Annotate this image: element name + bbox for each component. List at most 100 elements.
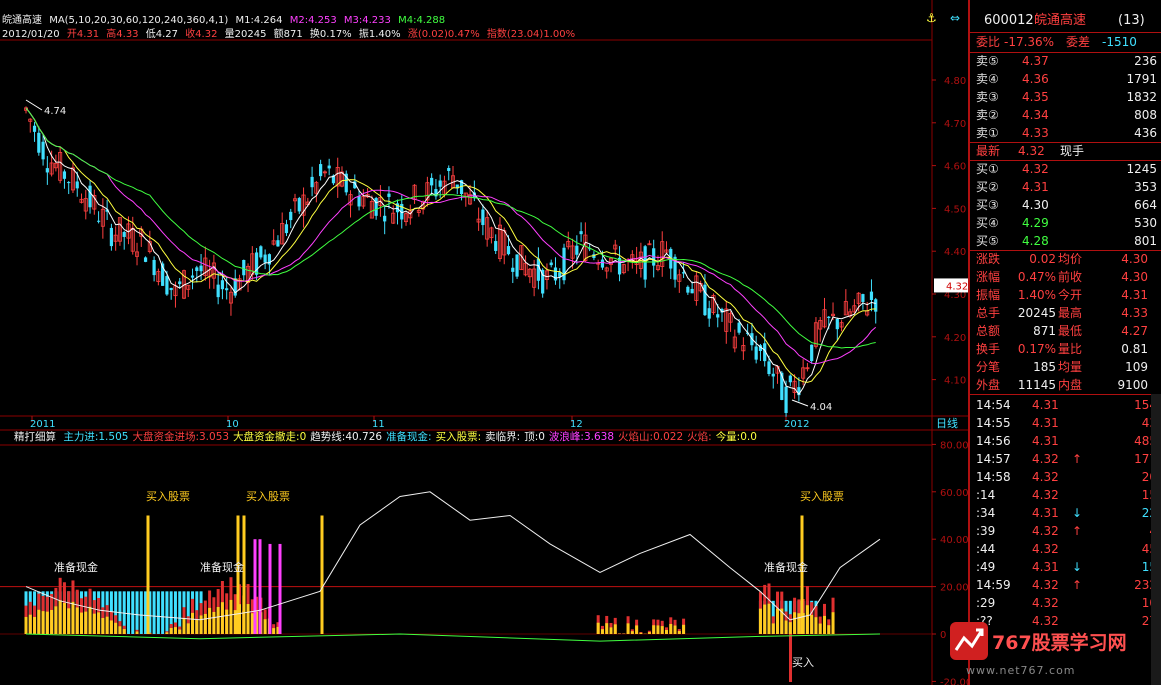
tick-row: 14:56 4.31 485 — [976, 432, 1157, 450]
candle-body — [37, 132, 41, 153]
tick-price: 4.31 — [1032, 416, 1059, 430]
cash-bar — [139, 591, 143, 634]
tick-arrow: ↑ — [1072, 578, 1083, 592]
bid-label: 买③ — [976, 198, 999, 212]
fund-bar-yellow — [191, 612, 195, 634]
signal-spike — [258, 539, 262, 634]
candle-body — [447, 167, 451, 171]
candle-body — [190, 275, 195, 278]
fund-bar-yellow — [178, 629, 182, 634]
signal-spike — [268, 543, 272, 634]
kline-chart[interactable]: ⚓ ⇔4.804.704.604.504.404.304.204.104.3220… — [0, 0, 968, 685]
candle-body — [771, 373, 775, 377]
bar-date: 2012/01/20 — [2, 29, 60, 40]
ma-line — [25, 107, 876, 349]
stat-value: 0.47% — [1017, 270, 1056, 284]
candle-body — [515, 254, 519, 277]
ticks-scrollbar[interactable] — [1151, 394, 1161, 685]
time-axis-label: 12 — [570, 419, 583, 430]
fund-bar-yellow — [626, 623, 630, 634]
fund-bar-yellow — [818, 623, 822, 634]
bid-row[interactable]: 买③ 4.30 664 — [976, 196, 1159, 214]
candle-body — [319, 164, 323, 177]
stat-label: 换手 — [976, 342, 1001, 356]
bid-row[interactable]: 买④ 4.29 530 — [976, 214, 1159, 232]
fund-bar-yellow — [58, 600, 62, 634]
candle-body — [284, 224, 289, 234]
fund-bar-yellow — [250, 613, 254, 634]
ask-row[interactable]: 卖④ 4.36 1791 — [976, 70, 1159, 88]
fund-bar-yellow — [173, 627, 177, 634]
candle-body — [438, 180, 442, 187]
bid-price: 4.31 — [1022, 180, 1049, 194]
candle-body — [169, 287, 173, 291]
tick-time: 14:58 — [976, 470, 1011, 484]
fund-bar-yellow — [660, 626, 664, 634]
candle-body — [297, 198, 301, 212]
bid-label: 买① — [976, 162, 999, 176]
candle-body — [199, 265, 203, 272]
fund-bar-yellow — [225, 609, 229, 634]
candle-body — [707, 308, 711, 319]
signal-label: 准备现金 — [764, 560, 808, 574]
tick-time: :14 — [976, 488, 996, 502]
fund-bar-yellow — [630, 631, 634, 634]
ma-m2: M2:4.253 — [289, 15, 337, 26]
ask-row[interactable]: 卖① 4.33 436 — [976, 124, 1159, 142]
ask-row[interactable]: 卖③ 4.35 1832 — [976, 88, 1159, 106]
tick-row: :14 4.32 15 — [976, 486, 1157, 504]
stat-value: 9100 — [1117, 378, 1148, 392]
signal-spike — [278, 543, 282, 634]
stat-label: 最高 — [1058, 306, 1083, 320]
fund-bar-yellow — [203, 613, 207, 634]
candle-body — [263, 254, 267, 263]
price-axis-label: 4.80 — [944, 76, 966, 87]
stat-value: 109 — [1125, 360, 1148, 374]
bid-qty: 801 — [1134, 234, 1157, 248]
bid-qty: 1245 — [1126, 162, 1157, 176]
bid-row[interactable]: 买⑤ 4.28 801 — [976, 232, 1159, 250]
fund-bar-yellow — [793, 612, 797, 634]
candle-body — [75, 181, 79, 189]
candle-body — [827, 316, 831, 319]
bar-amplitude: 振1.40% — [358, 29, 401, 40]
signal-spike — [236, 515, 240, 634]
indicator-item: 顶:0 — [524, 431, 545, 443]
fund-bar-yellow — [669, 623, 673, 634]
indicator-header: 精打细算 主力进:1.505 大盘资金进场:3.053 大盘资金撤走:0 趋势线:40… — [14, 431, 761, 444]
stat-label: 总额 — [976, 324, 1001, 338]
tick-row: :34 4.31 ↓ 22 — [976, 504, 1157, 522]
bid-qty: 664 — [1134, 198, 1157, 212]
ask-label: 卖④ — [976, 72, 999, 86]
fund-bar-yellow — [805, 605, 809, 634]
candle-body — [62, 171, 67, 179]
candle-body — [387, 193, 391, 197]
bid-row[interactable]: 买② 4.31 353 — [976, 178, 1159, 196]
candle-body — [88, 185, 92, 208]
candle-body — [41, 141, 45, 160]
indicator-item: 卖临界: — [485, 431, 521, 443]
cash-bar — [131, 591, 135, 634]
ask-qty: 808 — [1134, 108, 1157, 122]
ask-row[interactable]: 卖② 4.34 808 — [976, 106, 1159, 124]
indicator-axis-label: 40.00 — [940, 535, 968, 546]
stat-value: 185 — [1033, 360, 1056, 374]
tick-arrow: ↑ — [1072, 452, 1083, 466]
ma-line — [25, 107, 876, 383]
stat-label: 前收 — [1058, 270, 1083, 284]
stat-label: 分笔 — [976, 360, 1001, 374]
indicator-item: 买入股票: — [435, 431, 482, 443]
bid-row[interactable]: 买① 4.32 1245 — [976, 160, 1159, 178]
candle-body — [481, 209, 485, 226]
signal-spike — [253, 539, 257, 634]
candle-body — [861, 294, 865, 302]
indicator-title[interactable]: 精打细算 — [14, 431, 56, 443]
stat-label: 内盘 — [1058, 378, 1083, 392]
tick-arrow: ↑ — [1072, 524, 1083, 538]
tick-price: 4.32 — [1032, 470, 1059, 484]
ask-row[interactable]: 卖⑤ 4.37 236 — [976, 52, 1159, 70]
tick-time: :49 — [976, 560, 996, 574]
ask-qty: 436 — [1134, 126, 1157, 140]
tick-row: :394.32↑4 — [976, 522, 1157, 540]
low-pointer — [791, 399, 809, 407]
